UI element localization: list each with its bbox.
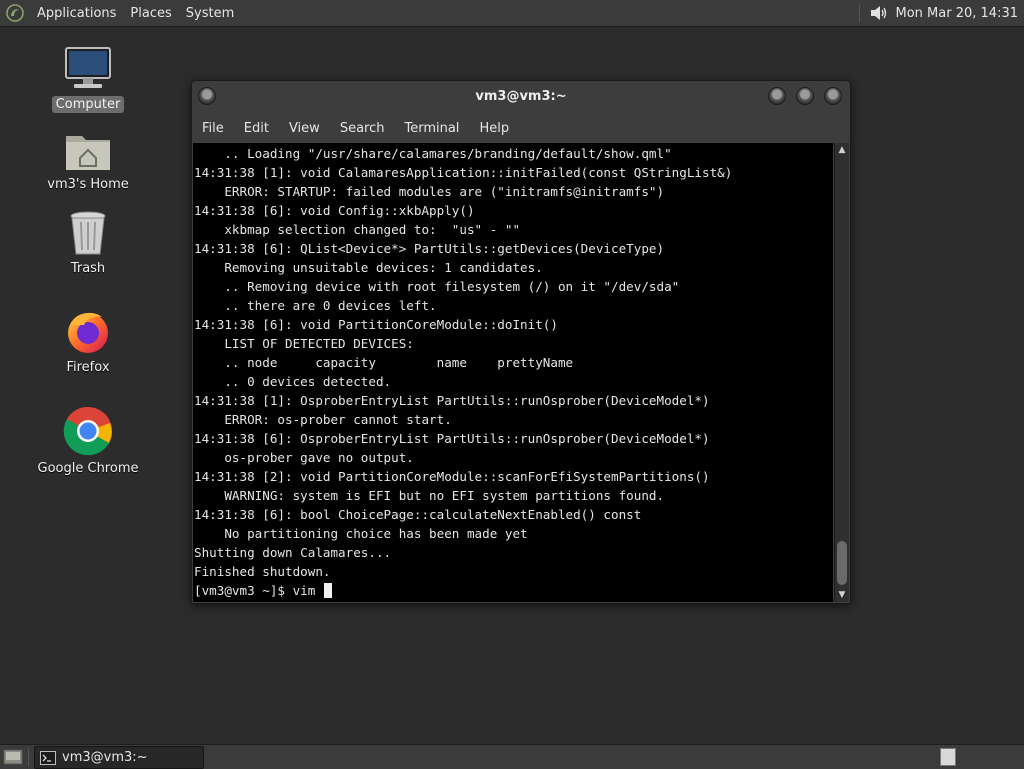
terminal-line: 14:31:38 [6]: OsproberEntryList PartUtil… [194,431,710,446]
menu-help[interactable]: Help [469,121,519,136]
taskbar-button-terminal[interactable]: vm3@vm3:~ [34,746,204,769]
terminal-line: No partitioning choice has been made yet [194,526,528,541]
home-folder-icon [66,136,110,170]
desktop-icon-label: Google Chrome [37,461,139,476]
terminal-line: os-prober gave no output. [194,450,414,465]
text-cursor [323,583,332,598]
bottom-panel: vm3@vm3:~ [0,744,1024,769]
terminal-line: .. Removing device with root filesystem … [194,279,680,294]
terminal-line: .. Loading "/usr/share/calamares/brandin… [194,146,672,161]
panel-separator [28,748,29,766]
shell-prompt: [vm3@vm3 ~]$ vim [194,583,323,598]
terminal-line: .. there are 0 devices left. [194,298,437,313]
desktop-icon-home[interactable]: vm3's Home [33,128,143,193]
desktop-icon-computer[interactable]: Computer [33,46,143,113]
terminal-line: xkbmap selection changed to: "us" - "" [194,222,521,237]
terminal-line: ERROR: STARTUP: failed modules are ("ini… [194,184,665,199]
terminal-line: 14:31:38 [2]: void PartitionCoreModule::… [194,469,710,484]
desktop-icon-label: vm3's Home [47,177,129,192]
desktop-icon-trash[interactable]: Trash [33,210,143,277]
desktop-icon-label: Firefox [66,360,110,375]
terminal-line: Removing unsuitable devices: 1 candidate… [194,260,543,275]
terminal-output[interactable]: .. Loading "/usr/share/calamares/brandin… [193,143,833,602]
terminal-line: .. node capacity name prettyName [194,355,574,370]
scroll-up-arrow-icon[interactable]: ▲ [835,143,849,157]
places-menu[interactable]: Places [123,6,178,21]
terminal-line: Finished shutdown. [194,564,331,579]
volume-icon[interactable] [868,3,888,23]
terminal-line: 14:31:38 [1]: OsproberEntryList PartUtil… [194,393,710,408]
window-title: vm3@vm3:~ [475,89,567,104]
menu-view[interactable]: View [279,121,330,136]
clock[interactable]: Mon Mar 20, 14:31 [896,6,1024,21]
menu-search[interactable]: Search [330,121,395,136]
menu-file[interactable]: File [192,121,234,136]
terminal-line: ERROR: os-prober cannot start. [194,412,452,427]
terminal-line: 14:31:38 [6]: void Config::xkbApply() [194,203,475,218]
terminal-prompt-line[interactable]: [vm3@vm3 ~]$ vim [193,581,833,600]
desktop-icon-chrome[interactable]: Google Chrome [33,406,143,477]
desktop-icon-firefox[interactable]: Firefox [33,307,143,376]
terminal-menubar: File Edit View Search Terminal Help [192,117,519,139]
terminal-line: 14:31:38 [6]: QList<Device*> PartUtils::… [194,241,665,256]
terminal-window[interactable]: vm3@vm3:~ File Edit View Search Terminal… [191,80,851,604]
minimize-button[interactable] [768,87,786,105]
taskbar-button-label: vm3@vm3:~ [62,750,148,765]
show-desktop-icon[interactable] [3,748,23,766]
menu-terminal[interactable]: Terminal [394,121,469,136]
desktop-icon-label: Computer [51,96,125,113]
firefox-icon [68,312,108,353]
terminal-line: WARNING: system is EFI but no EFI system… [194,488,665,503]
workspace-switcher-icon[interactable] [940,748,956,766]
system-menu[interactable]: System [179,6,241,21]
terminal-line: 14:31:38 [6]: bool ChoicePage::calculate… [194,507,642,522]
top-panel: Applications Places System Mon Mar 20, 1… [0,0,1024,27]
menu-edit[interactable]: Edit [234,121,279,136]
trash-icon [70,211,106,255]
chrome-icon [63,406,112,456]
close-button[interactable] [824,87,842,105]
scroll-thumb[interactable] [837,541,847,585]
terminal-line: .. 0 devices detected. [194,374,392,389]
applications-menu[interactable]: Applications [30,6,123,21]
maximize-button[interactable] [796,87,814,105]
computer-icon [65,47,111,88]
panel-separator [858,4,860,22]
terminal-line: 14:31:38 [1]: void CalamaresApplication:… [194,165,733,180]
terminal-line: 14:31:38 [6]: void PartitionCoreModule::… [194,317,558,332]
terminal-line: Shutting down Calamares... [194,545,392,560]
terminal-scrollbar[interactable]: ▲ ▼ [834,143,849,602]
mate-logo-icon[interactable] [6,4,24,22]
scroll-down-arrow-icon[interactable]: ▼ [835,588,849,602]
window-titlebar[interactable]: vm3@vm3:~ [192,81,850,115]
terminal-icon [40,750,56,765]
desktop-icon-label: Trash [70,261,106,276]
terminal-line: LIST OF DETECTED DEVICES: [194,336,414,351]
